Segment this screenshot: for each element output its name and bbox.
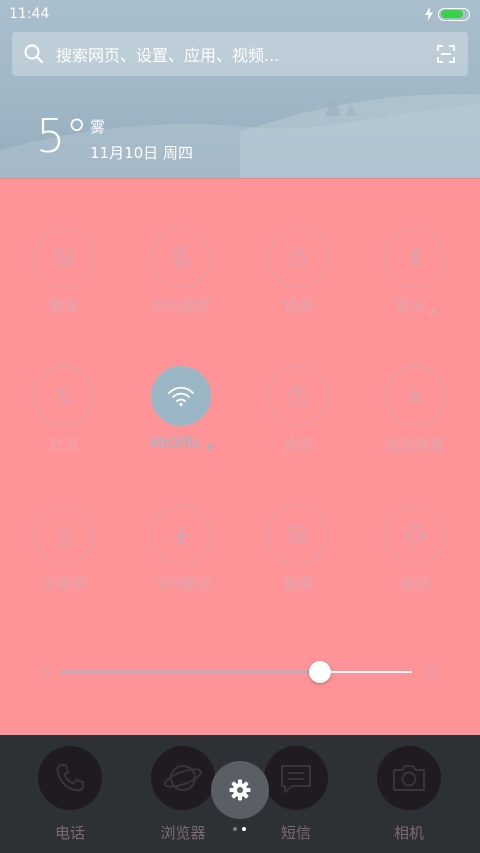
toggle-lock-screen[interactable]: 锁屏 bbox=[238, 227, 358, 327]
dock-app-messages-label: 短信 bbox=[280, 824, 311, 842]
toggle-auto-brightness[interactable]: 自动亮度 bbox=[355, 366, 475, 466]
toggle-wifi-label: MIOffic ◢ bbox=[149, 434, 213, 452]
brightness-track[interactable] bbox=[60, 671, 412, 673]
brightness-fill bbox=[60, 671, 321, 673]
toggle-silent-label: 静音 bbox=[48, 297, 79, 315]
dock-app-phone[interactable]: 电话 bbox=[20, 746, 120, 843]
search-placeholder: 搜索网页、设置、应用、视频... bbox=[56, 46, 280, 65]
weather-date: 11月10日 周四 bbox=[90, 144, 193, 162]
toggle-rotation-lock-button[interactable] bbox=[151, 227, 211, 287]
battery-level bbox=[440, 10, 464, 18]
weather-temperature: 5° bbox=[36, 109, 89, 163]
bluetooth-icon bbox=[409, 247, 421, 267]
toggle-vibrate[interactable]: 振动 bbox=[355, 505, 475, 605]
toggle-quick-transfer-button[interactable] bbox=[268, 366, 328, 426]
dock-app-phone-button[interactable] bbox=[38, 746, 102, 810]
flashlight-icon bbox=[56, 525, 72, 545]
toggle-wifi[interactable]: MIOffic ◢ bbox=[121, 366, 241, 466]
toggle-auto-brightness-label: 自动亮度 bbox=[384, 436, 445, 454]
toggle-flashlight-button[interactable] bbox=[34, 505, 94, 565]
menu-corner-icon: ◢ bbox=[205, 441, 213, 450]
weather-details: 雾 11月10日 周四 bbox=[90, 116, 193, 164]
dock-app-browser-button[interactable] bbox=[151, 746, 215, 810]
toggle-airplane-mode-label: 飞行模式 bbox=[150, 575, 211, 593]
charging-bolt-icon bbox=[425, 7, 433, 21]
quick-settings-panel: 静音 方向锁定 锁屏 蓝牙 ◢ 数据 MIOffic ◢ 快传 自动亮度 手电筒… bbox=[0, 178, 480, 735]
toggle-screenshot[interactable]: 截屏 bbox=[238, 505, 358, 605]
brightness-thumb[interactable] bbox=[309, 661, 332, 683]
toggle-lock-screen-button[interactable] bbox=[268, 227, 328, 287]
data-arrows-icon bbox=[57, 387, 71, 405]
upload-icon bbox=[288, 386, 308, 406]
browser-globe-icon bbox=[164, 765, 202, 791]
toggle-bluetooth-button[interactable] bbox=[385, 227, 445, 287]
auto-brightness-icon bbox=[408, 387, 422, 405]
gear-icon bbox=[229, 779, 251, 801]
dock-app-camera[interactable]: 相机 bbox=[359, 746, 459, 843]
dock-app-browser-label: 浏览器 bbox=[160, 824, 206, 842]
camera-icon bbox=[393, 765, 425, 791]
status-time: 11:44 bbox=[9, 6, 50, 22]
weather-condition: 雾 bbox=[90, 118, 106, 136]
toggle-screenshot-button[interactable] bbox=[268, 505, 328, 565]
wifi-icon bbox=[168, 386, 194, 407]
settings-button[interactable] bbox=[211, 761, 269, 819]
scan-qr-icon[interactable] bbox=[436, 44, 456, 64]
dock-app-camera-label: 相机 bbox=[393, 824, 424, 842]
toggle-quick-transfer[interactable]: 快传 bbox=[238, 366, 358, 466]
toggle-airplane-mode-button[interactable] bbox=[151, 505, 211, 565]
toggle-airplane-mode[interactable]: 飞行模式 bbox=[121, 505, 241, 605]
brightness-high-icon bbox=[423, 663, 441, 681]
rotation-lock-icon bbox=[171, 245, 191, 267]
dock-app-phone-label: 电话 bbox=[54, 824, 85, 842]
page-indicator bbox=[233, 827, 246, 831]
page-dot bbox=[233, 827, 237, 831]
toggle-flashlight[interactable]: 手电筒 bbox=[4, 505, 124, 605]
weather-widget[interactable]: 5° 雾 11月10日 周四 bbox=[36, 109, 193, 163]
toggle-rotation-lock-label: 方向锁定 bbox=[150, 297, 211, 315]
toggle-bluetooth[interactable]: 蓝牙 ◢ bbox=[355, 227, 475, 327]
brightness-slider[interactable] bbox=[38, 657, 442, 687]
toggle-vibrate-button[interactable] bbox=[385, 505, 445, 565]
menu-corner-icon: ◢ bbox=[428, 305, 436, 314]
search-icon bbox=[24, 44, 44, 64]
status-icons bbox=[424, 7, 470, 21]
battery-icon bbox=[438, 7, 470, 21]
phone-icon bbox=[56, 764, 84, 792]
page-dot bbox=[242, 827, 246, 831]
brightness-low-icon bbox=[40, 667, 50, 677]
notification-header: 11:44 搜索网页、设置、应用、视频... 5° 雾 11月10日 周四 bbox=[0, 0, 480, 178]
toggle-screenshot-label: 截屏 bbox=[282, 575, 313, 593]
toggle-mobile-data[interactable]: 数据 bbox=[4, 366, 124, 466]
airplane-icon bbox=[172, 525, 190, 545]
dock-app-camera-button[interactable] bbox=[377, 746, 441, 810]
screenshot-icon bbox=[288, 526, 308, 543]
search-bar[interactable]: 搜索网页、设置、应用、视频... bbox=[12, 32, 468, 76]
bell-off-icon bbox=[54, 247, 74, 267]
toggle-silent[interactable]: 静音 bbox=[4, 227, 124, 327]
dock-app-messages-button[interactable] bbox=[264, 746, 328, 810]
toggle-rotation-lock[interactable]: 方向锁定 bbox=[121, 227, 241, 327]
toggle-lock-screen-label: 锁屏 bbox=[282, 297, 313, 315]
toggle-mobile-data-label: 数据 bbox=[48, 436, 79, 454]
toggle-wifi-button[interactable] bbox=[151, 366, 211, 426]
toggle-vibrate-label: 振动 bbox=[399, 575, 430, 593]
toggle-mobile-data-button[interactable] bbox=[34, 366, 94, 426]
vibrate-icon bbox=[403, 525, 427, 545]
toggle-bluetooth-label: 蓝牙 ◢ bbox=[394, 297, 436, 315]
toggle-flashlight-label: 手电筒 bbox=[41, 575, 87, 593]
message-icon bbox=[281, 765, 311, 793]
toggle-auto-brightness-button[interactable] bbox=[385, 366, 445, 426]
padlock-icon bbox=[290, 246, 306, 267]
toggle-silent-button[interactable] bbox=[34, 227, 94, 287]
status-bar: 11:44 bbox=[0, 0, 480, 28]
toggle-quick-transfer-label: 快传 bbox=[282, 436, 313, 454]
